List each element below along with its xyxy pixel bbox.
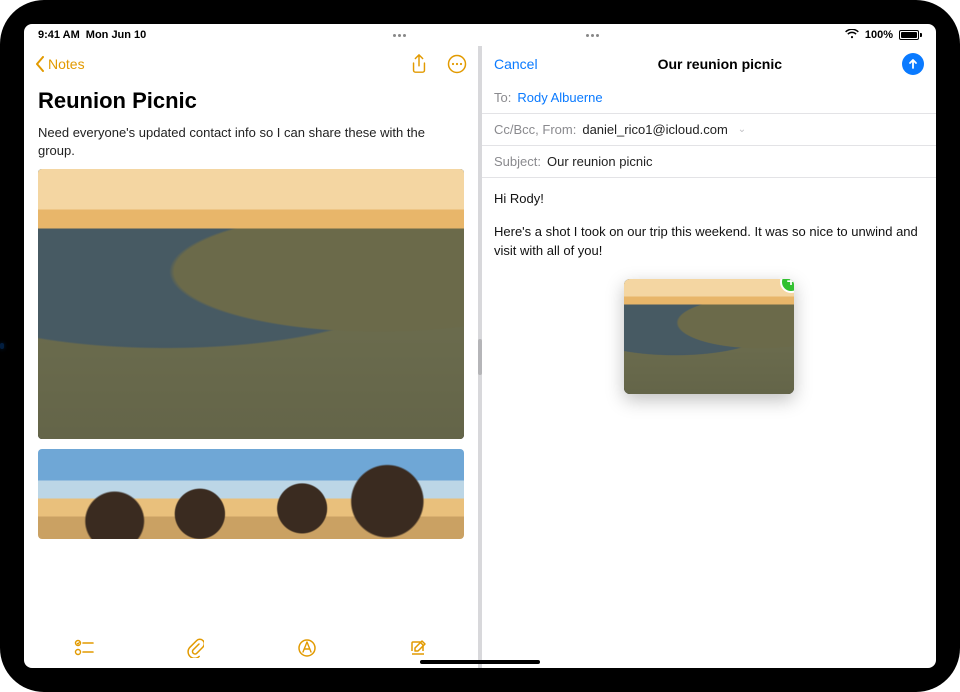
note-body-text: Need everyone's updated contact info so … [38, 124, 464, 159]
status-bar: 9:41 AM Mon Jun 10 100% [24, 24, 936, 46]
notes-back-button[interactable]: Notes [34, 56, 85, 72]
wifi-icon [845, 29, 859, 42]
notes-topbar: Notes [24, 46, 478, 82]
mail-topbar: Cancel Our reunion picnic [482, 46, 936, 82]
mail-greeting: Hi Rody! [494, 190, 924, 209]
send-icon [907, 58, 919, 70]
cc-from-label: Cc/Bcc, From: [494, 122, 576, 137]
home-indicator[interactable] [420, 660, 540, 664]
note-title: Reunion Picnic [38, 88, 464, 114]
note-photo-2[interactable] [38, 449, 464, 539]
multitask-dots-right[interactable] [586, 34, 599, 37]
cancel-button[interactable]: Cancel [494, 56, 538, 72]
dragged-photo-thumbnail[interactable]: + [624, 279, 794, 394]
to-value: Rody Albuerne [517, 90, 602, 105]
from-value: daniel_rico1@icloud.com [582, 122, 727, 137]
share-button[interactable] [408, 53, 430, 75]
attachment-icon [186, 638, 204, 658]
checklist-button[interactable] [73, 637, 95, 659]
screen: 9:41 AM Mon Jun 10 100% [24, 24, 936, 668]
attachment-button[interactable] [184, 637, 206, 659]
compose-icon [408, 638, 428, 658]
mail-title: Our reunion picnic [658, 56, 782, 72]
compose-button[interactable] [407, 637, 429, 659]
chevron-left-icon [34, 56, 46, 72]
mail-body-area[interactable]: Hi Rody! Here's a shot I took on our tri… [482, 178, 936, 406]
side-indicator [0, 343, 4, 349]
cc-from-field[interactable]: Cc/Bcc, From: daniel_rico1@icloud.com ⌄ [482, 114, 936, 146]
battery-percent: 100% [865, 29, 893, 41]
subject-field[interactable]: Subject: Our reunion picnic [482, 146, 936, 178]
share-icon [410, 54, 428, 74]
add-icon: + [780, 279, 794, 293]
to-field[interactable]: To: Rody Albuerne [482, 82, 936, 114]
battery-icon [899, 30, 922, 40]
mail-compose-pane: Cancel Our reunion picnic To: Rody Albue… [482, 46, 936, 668]
send-button[interactable] [902, 53, 924, 75]
ipad-device-frame: 9:41 AM Mon Jun 10 100% [0, 0, 960, 692]
mail-header-fields: To: Rody Albuerne Cc/Bcc, From: daniel_r… [482, 82, 936, 178]
to-label: To: [494, 90, 511, 105]
checklist-icon [74, 639, 94, 657]
subject-value: Our reunion picnic [547, 154, 653, 169]
more-icon [447, 54, 467, 74]
more-button[interactable] [446, 53, 468, 75]
chevron-down-icon: ⌄ [738, 124, 746, 135]
status-date: Mon Jun 10 [86, 29, 147, 41]
note-photo-1[interactable] [38, 169, 464, 439]
notes-back-label: Notes [48, 56, 85, 72]
subject-label: Subject: [494, 154, 541, 169]
notes-bottom-toolbar [24, 628, 478, 668]
mail-paragraph: Here's a shot I took on our trip this we… [494, 223, 924, 261]
note-content-area[interactable]: Reunion Picnic Need everyone's updated c… [24, 82, 478, 628]
drag-drop-container: + [494, 279, 924, 394]
markup-icon [297, 638, 317, 658]
status-time: 9:41 AM [38, 29, 80, 41]
multitask-dots-left[interactable] [393, 34, 406, 37]
notes-app-pane: Notes Reunion Picnic Need everyone's upd… [24, 46, 478, 668]
markup-button[interactable] [296, 637, 318, 659]
